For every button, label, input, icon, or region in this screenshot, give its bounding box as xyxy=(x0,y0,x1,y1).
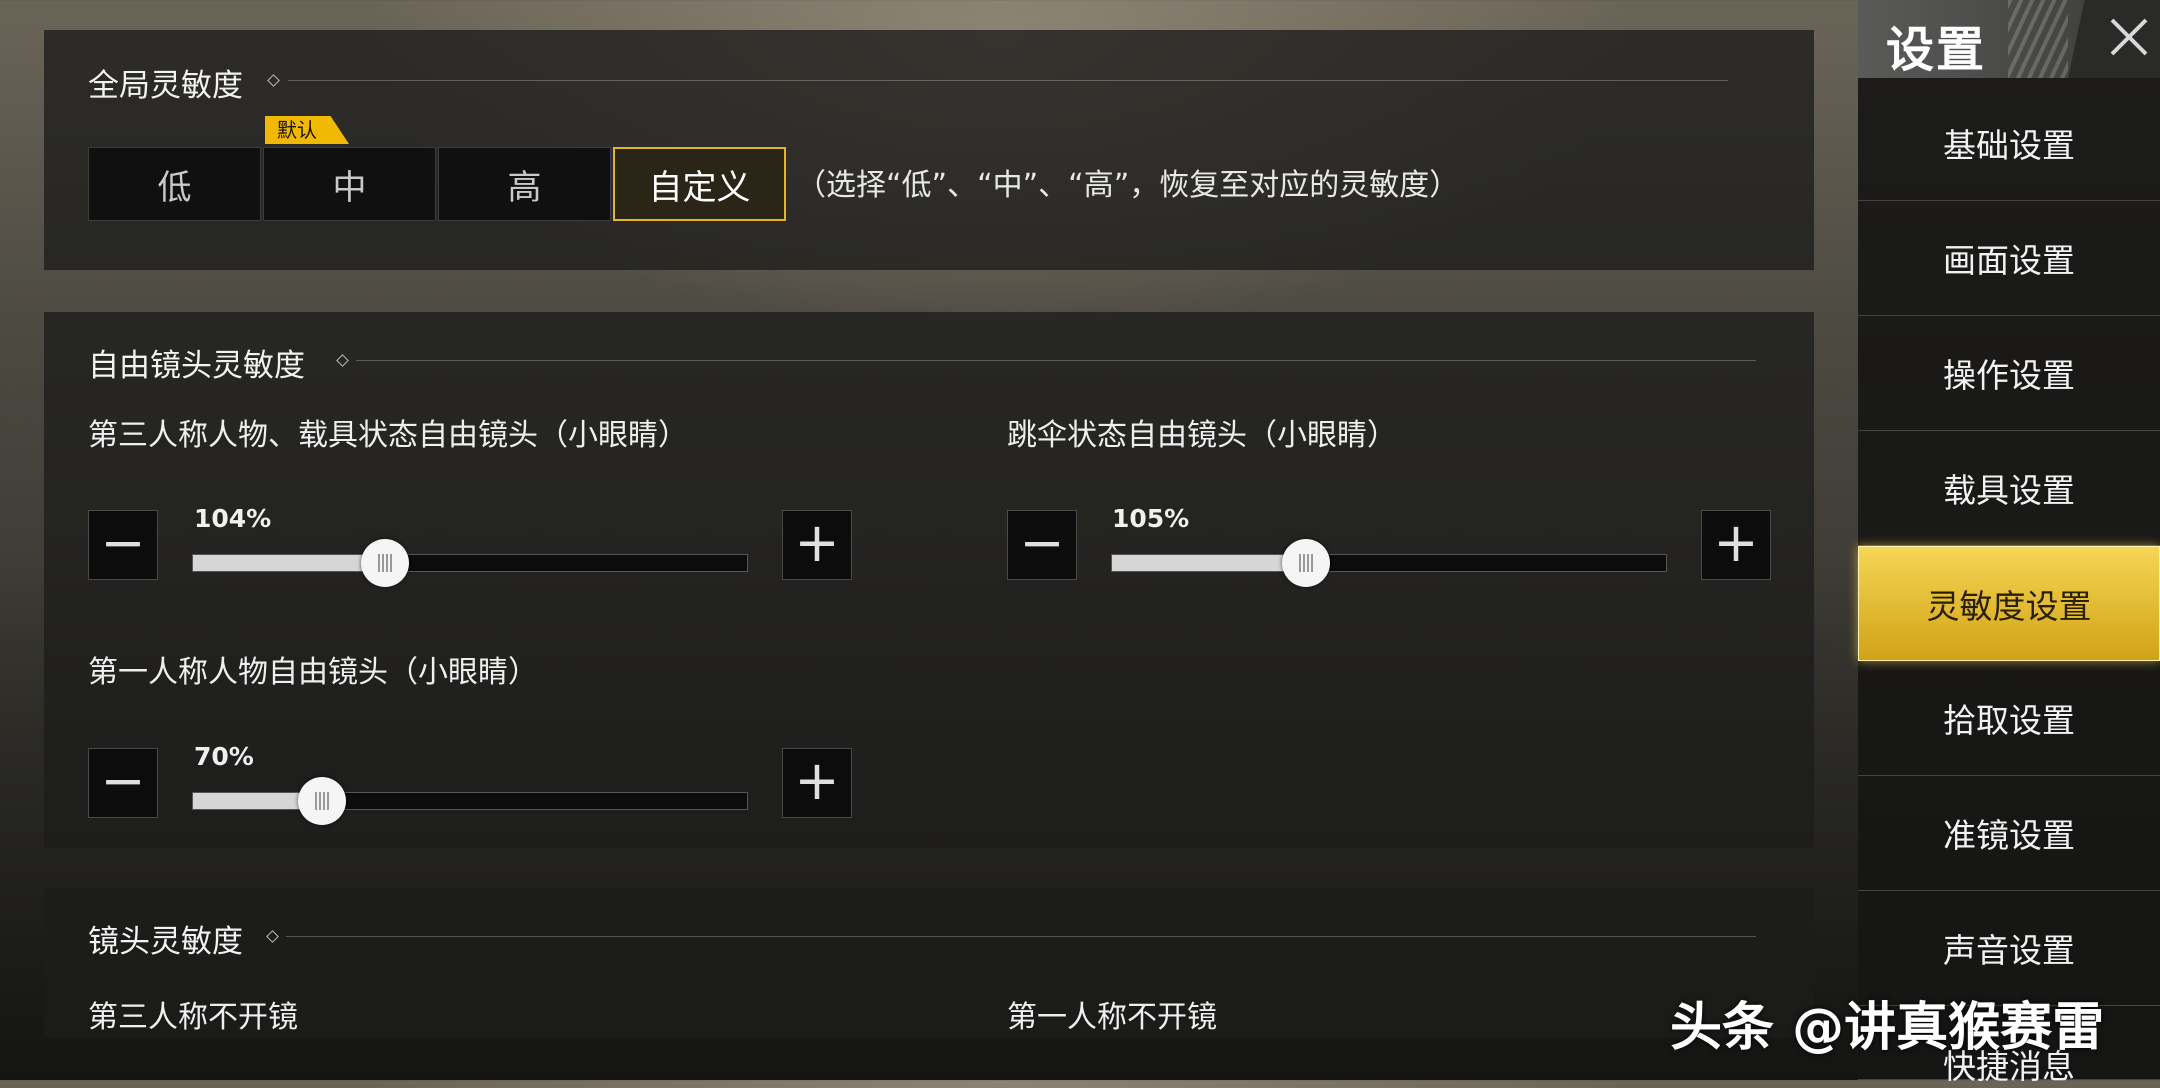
slider-value: 70% xyxy=(194,742,254,771)
plus-button[interactable]: + xyxy=(782,748,852,818)
section-title-free-camera: 自由镜头灵敏度 xyxy=(88,348,305,384)
slider-label-third-person: 第三人称人物、载具状态自由镜头（小眼睛） xyxy=(88,418,688,453)
slider-thumb[interactable] xyxy=(1281,539,1330,587)
minus-button[interactable]: − xyxy=(1007,510,1077,580)
free-camera-panel: 自由镜头灵敏度 第三人称人物、载具状态自由镜头（小眼睛） − 104% + 跳伞… xyxy=(44,312,1814,848)
slider-value: 104% xyxy=(194,504,272,533)
slider-value: 105% xyxy=(1112,504,1190,533)
sidebar-item-vehicle[interactable]: 载具设置 xyxy=(1858,431,2160,546)
slider-parachute[interactable] xyxy=(1111,539,1667,587)
divider xyxy=(286,936,1756,937)
divider xyxy=(356,360,1756,361)
close-icon xyxy=(2110,18,2148,56)
header-decoration xyxy=(2008,0,2068,78)
plus-button[interactable]: + xyxy=(782,510,852,580)
plus-button[interactable]: + xyxy=(1701,510,1771,580)
minus-button[interactable]: − xyxy=(88,510,158,580)
slider-third-person[interactable] xyxy=(192,539,748,587)
settings-title: 设置 xyxy=(1886,22,1987,78)
camera-item-first-person: 第一人称不开镜 xyxy=(1007,1000,1217,1035)
option-low-button[interactable]: 低 xyxy=(88,147,261,221)
slider-fill xyxy=(193,555,386,571)
slider-first-person[interactable] xyxy=(192,777,748,825)
sidebar-item-graphics[interactable]: 画面设置 xyxy=(1858,201,2160,316)
slider-thumb[interactable] xyxy=(361,539,410,587)
sidebar-item-pickup[interactable]: 拾取设置 xyxy=(1858,661,2160,776)
diamond-icon xyxy=(336,354,349,367)
slider-thumb[interactable] xyxy=(298,777,347,825)
sidebar-item-basic[interactable]: 基础设置 xyxy=(1858,86,2160,201)
sidebar-item-controls[interactable]: 操作设置 xyxy=(1858,316,2160,431)
watermark: 头条 @讲真猴赛雷 xyxy=(1670,998,2105,1058)
global-sensitivity-panel: 全局灵敏度 默认 低 中 高 自定义 （选择“低”、“中”、“高”，恢复至对应的… xyxy=(44,30,1814,270)
sidebar-header: 设置 xyxy=(1858,0,2160,78)
divider xyxy=(288,80,1728,81)
close-button[interactable] xyxy=(2068,0,2160,78)
slider-fill xyxy=(1112,555,1306,571)
camera-sensitivity-panel: 镜头灵敏度 第三人称不开镜 第一人称不开镜 xyxy=(44,888,1814,1038)
diamond-icon xyxy=(266,930,279,943)
option-high-button[interactable]: 高 xyxy=(438,147,611,221)
sidebar-item-scope[interactable]: 准镜设置 xyxy=(1858,776,2160,891)
diamond-icon xyxy=(267,74,280,87)
settings-sidebar: 设置 基础设置 画面设置 操作设置 载具设置 灵敏度设置 拾取设置 准镜设置 声… xyxy=(1858,0,2160,1086)
camera-item-third-person: 第三人称不开镜 xyxy=(88,1000,298,1035)
minus-button[interactable]: − xyxy=(88,748,158,818)
section-title-camera: 镜头灵敏度 xyxy=(88,924,243,960)
sidebar-item-sensitivity[interactable]: 灵敏度设置 xyxy=(1858,546,2160,661)
option-medium-button[interactable]: 中 xyxy=(263,147,436,221)
default-badge: 默认 xyxy=(265,116,349,144)
slider-label-parachute: 跳伞状态自由镜头（小眼睛） xyxy=(1007,418,1397,453)
slider-label-first-person: 第一人称人物自由镜头（小眼睛） xyxy=(88,655,538,690)
options-note: （选择“低”、“中”、“高”，恢复至对应的灵敏度） xyxy=(796,168,1460,203)
section-title-global: 全局灵敏度 xyxy=(88,68,243,104)
option-custom-button[interactable]: 自定义 xyxy=(613,147,786,221)
